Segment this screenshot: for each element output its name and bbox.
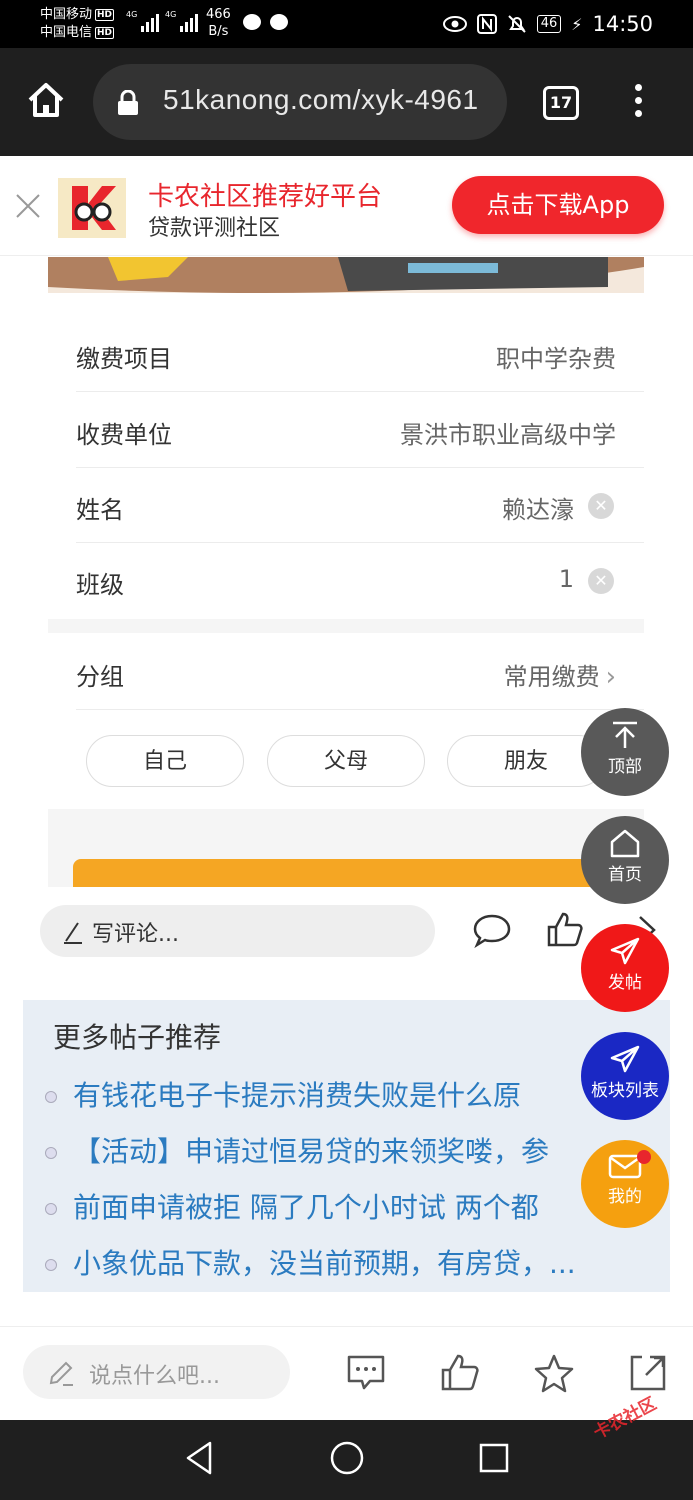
- kanong-logo: [58, 178, 126, 238]
- fab-label: 我的: [608, 1187, 642, 1207]
- recents-icon[interactable]: [478, 1440, 510, 1476]
- star-icon[interactable]: [534, 1353, 574, 1393]
- banner-title: 卡农社区推荐好平台: [148, 182, 383, 212]
- group-select[interactable]: 常用缴费 ›: [504, 657, 616, 692]
- post-link[interactable]: 前面申请被拒 隔了几个小时试 两个都: [41, 1186, 661, 1236]
- post-link[interactable]: 【活动】申请过恒易贷的来领奖喽，参: [41, 1130, 661, 1180]
- form-row-payee: 收费单位 景洪市职业高级中学: [76, 393, 644, 468]
- status-right: 46 ⚡ 14:50: [442, 0, 653, 48]
- form-row-group[interactable]: 分组 常用缴费 ›: [76, 635, 644, 710]
- notification-badge: [637, 1150, 651, 1164]
- bottom-action-bar: 说点什么吧...: [0, 1326, 693, 1420]
- home-icon[interactable]: [26, 80, 66, 120]
- form-row-class[interactable]: 班级 1 ✕: [76, 543, 644, 618]
- paper-plane-icon: [610, 937, 640, 965]
- wechat-icon: [270, 14, 288, 30]
- comment-dots-icon[interactable]: [346, 1353, 386, 1393]
- comment-input[interactable]: 写评论...: [40, 905, 435, 957]
- hd-badge: HD: [95, 9, 115, 21]
- home-button[interactable]: 首页: [581, 816, 669, 904]
- arrow-up-icon: [613, 721, 637, 748]
- clear-icon[interactable]: ✕: [588, 568, 614, 594]
- tab-switcher-button[interactable]: 17: [543, 86, 579, 120]
- share-icon[interactable]: [628, 1353, 668, 1393]
- row-label: 姓名: [76, 496, 124, 524]
- row-label: 收费单位: [76, 421, 172, 449]
- group-value: 常用缴费: [503, 663, 600, 691]
- signal-icon: 4G: [165, 10, 199, 32]
- row-value: 职中学杂费: [496, 345, 616, 373]
- network-speed: 466 B/s: [206, 7, 231, 39]
- url-text: 51kanong.com/xyk-4961: [163, 84, 479, 115]
- signal-icon: 4G: [126, 10, 160, 32]
- thumbs-up-icon[interactable]: [546, 911, 584, 949]
- more-posts-section: 更多帖子推荐 有钱花电子卡提示消费失败是什么原 【活动】申请过恒易贷的来领奖喽，…: [23, 1000, 670, 1292]
- post-link[interactable]: 有钱花电子卡提示消费失败是什么原: [41, 1074, 661, 1124]
- fab-label: 发帖: [608, 973, 642, 993]
- pen-icon: [64, 922, 82, 944]
- clock: 14:50: [592, 12, 653, 36]
- submit-button[interactable]: [73, 859, 613, 887]
- back-to-top-button[interactable]: 顶部: [581, 708, 669, 796]
- form-row-name[interactable]: 姓名 赖达濠 ✕: [76, 468, 644, 543]
- home-icon: [610, 829, 640, 858]
- carrier-info: 中国移动 HD 中国电信 HD: [40, 6, 115, 42]
- charging-icon: ⚡: [571, 14, 583, 34]
- system-navigation-bar: [0, 1420, 693, 1500]
- close-icon[interactable]: [14, 192, 42, 220]
- message-icon: [243, 14, 261, 30]
- row-value: 景洪市职业高级中学: [400, 421, 616, 449]
- form-row-fee-item: 缴费项目 职中学杂费: [76, 317, 644, 392]
- row-label: 分组: [76, 663, 124, 691]
- class-field[interactable]: 1: [559, 565, 574, 593]
- row-label: 缴费项目: [76, 345, 172, 373]
- address-bar[interactable]: 51kanong.com/xyk-4961: [93, 64, 507, 140]
- divider: [48, 619, 644, 633]
- battery-indicator: 46: [536, 15, 562, 33]
- reply-placeholder: 说点什么吧...: [89, 1364, 220, 1389]
- download-app-button[interactable]: 点击下载App: [452, 176, 664, 234]
- post-link[interactable]: 小象优品下款，没当前预期，有房贷，...: [41, 1242, 661, 1292]
- hd-badge: HD: [95, 27, 115, 39]
- paper-plane-icon: [610, 1045, 640, 1073]
- reply-input[interactable]: 说点什么吧...: [23, 1345, 290, 1399]
- clear-icon[interactable]: ✕: [588, 493, 614, 519]
- header-illustration: [48, 257, 644, 293]
- lock-icon: [118, 90, 138, 115]
- new-post-button[interactable]: 发帖: [581, 924, 669, 1012]
- app-download-banner: 卡农社区推荐好平台 贷款评测社区 点击下载App: [0, 156, 693, 256]
- comment-placeholder: 写评论...: [92, 922, 179, 947]
- name-field[interactable]: 赖达濠: [502, 490, 574, 525]
- comment-icon[interactable]: [472, 913, 512, 949]
- group-option-self[interactable]: 自己: [86, 735, 244, 787]
- carrier-1: 中国移动: [40, 7, 93, 22]
- chevron-right-icon: ›: [605, 662, 616, 692]
- banner-subtitle: 贷款评测社区: [148, 216, 281, 241]
- pencil-icon: [49, 1361, 73, 1386]
- fab-label: 板块列表: [591, 1081, 659, 1101]
- carrier-2: 中国电信: [40, 25, 93, 40]
- nfc-icon: [476, 14, 497, 34]
- group-option-parents[interactable]: 父母: [267, 735, 425, 787]
- status-bar: 中国移动 HD 中国电信 HD 4G 4G 466 B/s 46 ⚡ 14:50: [0, 0, 693, 48]
- fab-label: 首页: [608, 865, 642, 885]
- home-circle-icon[interactable]: [329, 1440, 365, 1476]
- back-icon[interactable]: [184, 1440, 214, 1476]
- payment-form-area: 缴费项目 职中学杂费 收费单位 景洪市职业高级中学 姓名 赖达濠 ✕ 班级 1 …: [0, 257, 693, 887]
- my-account-button[interactable]: 我的: [581, 1140, 669, 1228]
- more-posts-title: 更多帖子推荐: [53, 1021, 222, 1054]
- forum-list-button[interactable]: 板块列表: [581, 1032, 669, 1120]
- fab-label: 顶部: [608, 757, 642, 777]
- more-menu-icon[interactable]: [632, 84, 644, 124]
- eye-icon: [442, 16, 467, 32]
- row-label: 班级: [76, 571, 124, 599]
- mute-bell-icon: [507, 15, 526, 33]
- browser-toolbar: 51kanong.com/xyk-4961 17: [0, 48, 693, 156]
- thumbs-up-icon[interactable]: [440, 1353, 480, 1393]
